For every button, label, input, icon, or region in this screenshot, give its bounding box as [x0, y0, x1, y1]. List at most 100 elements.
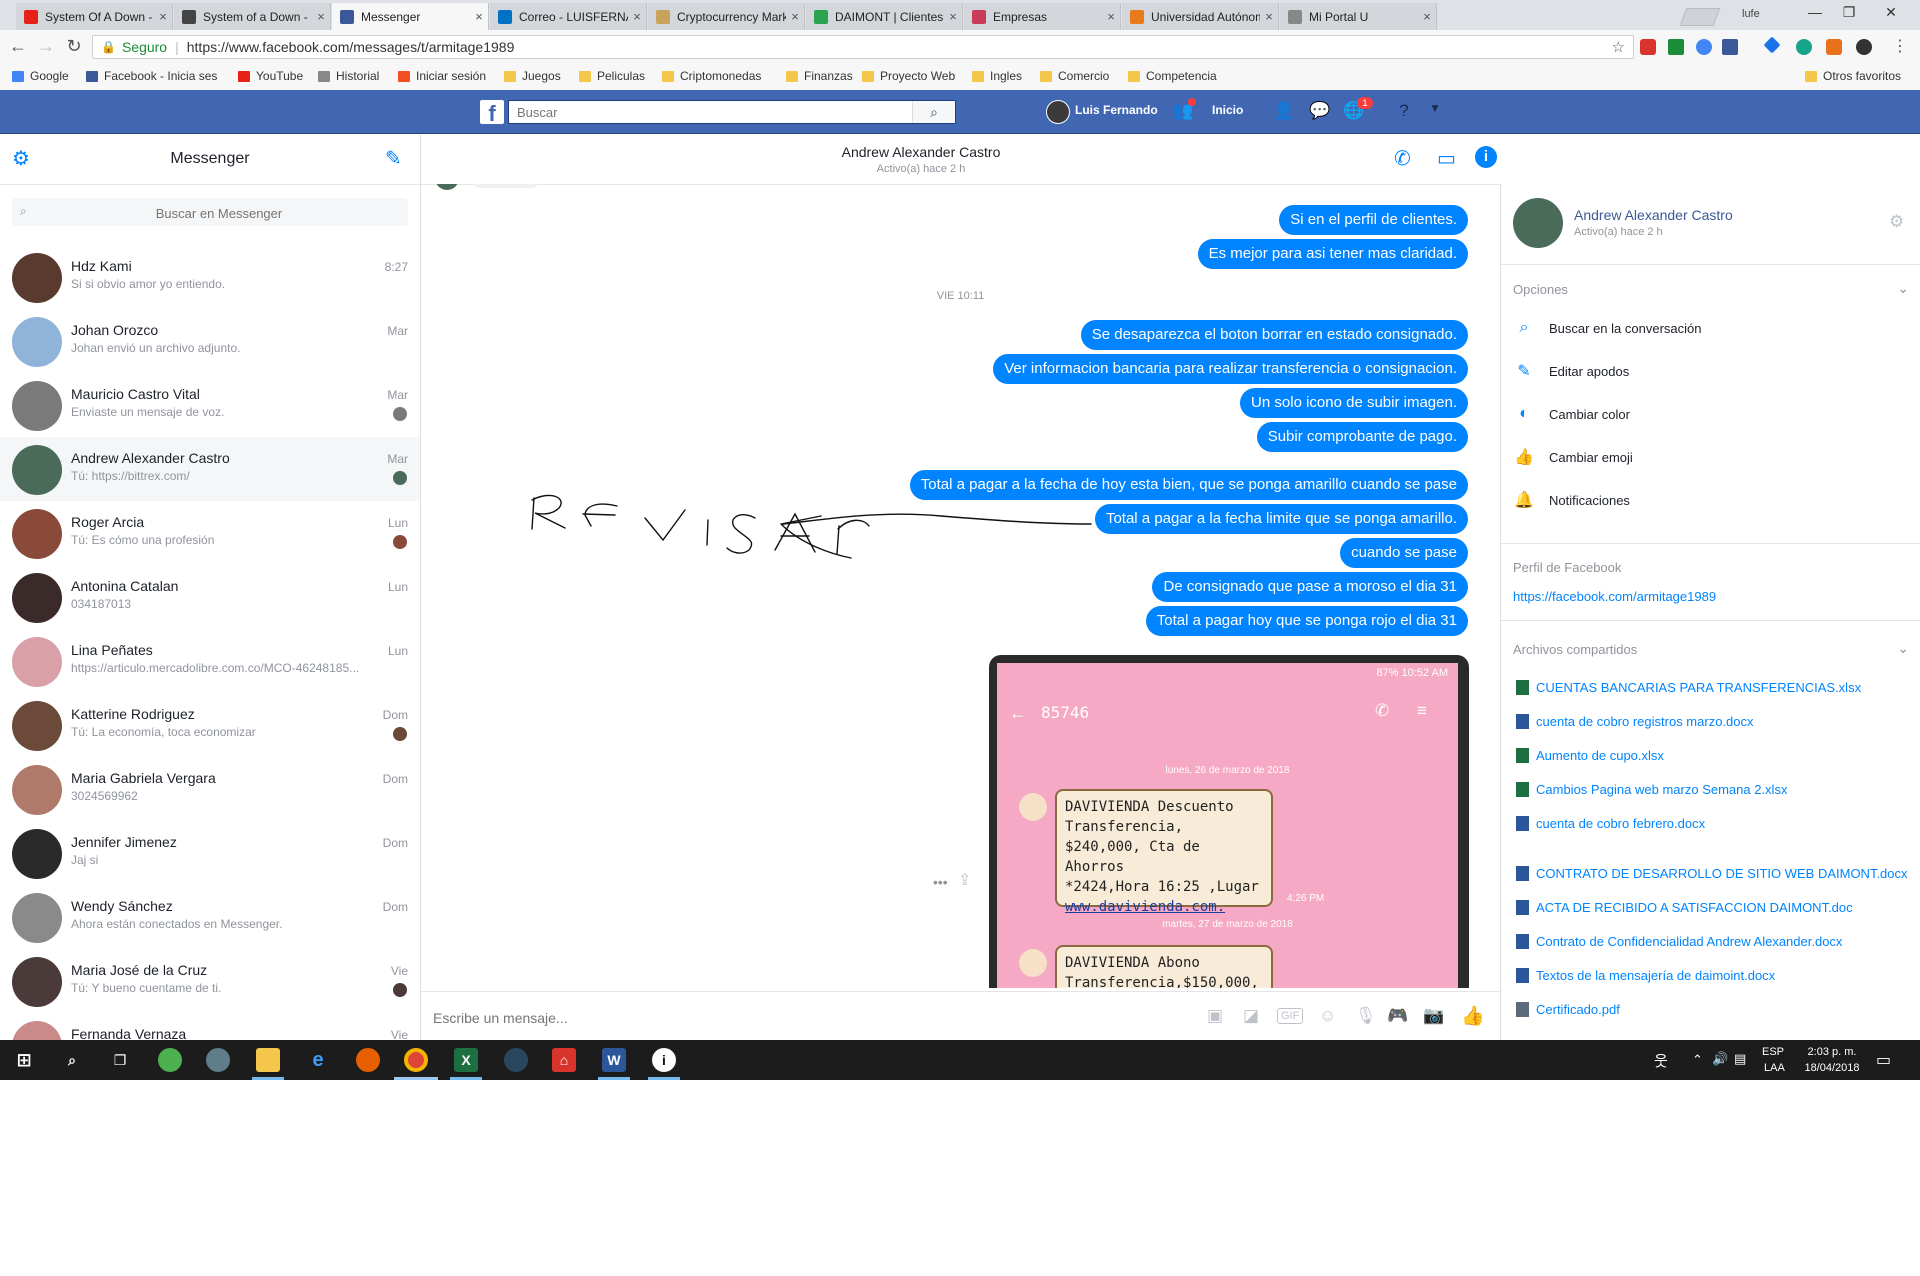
message-bubble[interactable]: Subir comprobante de pago. [1256, 422, 1468, 452]
diamond-icon[interactable] [1763, 36, 1781, 54]
keyboard-layout[interactable]: LAA [1764, 1062, 1785, 1074]
video-camera-icon[interactable]: ▭ [1437, 146, 1456, 171]
chevron-down-icon[interactable]: ⌄ [1897, 640, 1909, 657]
files-title[interactable]: Archivos compartidos [1513, 642, 1637, 657]
options-title[interactable]: Opciones [1513, 282, 1568, 297]
account-menu-chevron-icon[interactable]: ▼ [1424, 101, 1446, 121]
bookmark-item[interactable]: Juegos [504, 69, 561, 83]
back-icon[interactable]: ← [6, 36, 30, 57]
tab-close-icon[interactable]: × [628, 9, 646, 24]
star-icon[interactable]: ☆ [1612, 38, 1625, 56]
option-item[interactable]: ✎ Editar apodos [1513, 358, 1629, 384]
vpn-icon[interactable] [1796, 39, 1812, 55]
conversation-item[interactable]: Maria Gabriela Vergara 3024569962 Dom [0, 757, 420, 821]
profile-url-link[interactable]: https://facebook.com/armitage1989 [1513, 589, 1716, 604]
adblock-icon[interactable] [1640, 39, 1656, 55]
reload-icon[interactable]: ↻ [62, 36, 86, 57]
bookmark-item[interactable]: Competencia [1128, 69, 1217, 83]
network-icon[interactable]: ▤ [1734, 1051, 1746, 1067]
edge-icon[interactable]: e [306, 1048, 330, 1072]
message-bubble[interactable]: Si en el perfil de clientes. [1279, 205, 1468, 235]
tab-close-icon[interactable]: × [944, 9, 962, 24]
message-bubble[interactable]: Total a pagar hoy que se ponga rojo el d… [1145, 606, 1468, 636]
chrome-icon[interactable] [404, 1048, 428, 1072]
option-item[interactable]: 🔔 Notificaciones [1513, 487, 1630, 513]
option-item[interactable]: ⌕ Buscar en la conversación [1513, 315, 1702, 341]
info-icon[interactable]: i [1475, 146, 1497, 168]
windows-start-icon[interactable]: ⊞ [12, 1048, 36, 1072]
bookmark-item[interactable]: YouTube [238, 69, 303, 83]
facebook-search[interactable]: ⌕ [508, 100, 956, 124]
search-icon[interactable]: ⌕ [60, 1048, 84, 1072]
shared-file-link[interactable]: Certificado.pdf [1516, 1002, 1620, 1017]
message-bubble[interactable]: Es mejor para asi tener mas claridad. [1197, 239, 1468, 269]
volume-icon[interactable]: 🔊 [1712, 1051, 1728, 1067]
emoji-icon[interactable]: ☺ [1319, 1006, 1336, 1026]
pin-icon[interactable] [1722, 39, 1738, 55]
compose-icon[interactable]: ✎ [385, 146, 402, 171]
message-bubble[interactable]: Se desaparezca el boton borrar en estado… [1080, 320, 1468, 350]
microphone-icon[interactable]: 🎙 [1355, 1006, 1377, 1026]
menu-icon[interactable]: ⋮ [1888, 36, 1912, 56]
camera-icon[interactable]: 📷 [1423, 1006, 1444, 1026]
conversation-item[interactable]: Jennifer Jimenez Jaj si Dom [0, 821, 420, 885]
steam-icon[interactable] [504, 1048, 528, 1072]
message-bubble[interactable]: Ver informacion bancaria para realizar t… [993, 354, 1468, 384]
tab-close-icon[interactable]: × [786, 9, 804, 24]
tab-close-icon[interactable]: × [470, 9, 488, 24]
word-icon[interactable]: W [602, 1048, 626, 1072]
chevron-down-icon[interactable]: ⌄ [1897, 280, 1909, 297]
message-bubble[interactable]: Un solo icono de subir imagen. [1240, 388, 1468, 418]
facebook-logo-icon[interactable]: f [480, 100, 504, 126]
restore-icon[interactable]: ❐ [1834, 4, 1864, 21]
cow-icon[interactable] [1856, 39, 1872, 55]
contact-avatar[interactable] [1513, 198, 1563, 248]
shared-file-link[interactable]: cuenta de cobro febrero.docx [1516, 816, 1705, 831]
close-window-icon[interactable]: ✕ [1876, 4, 1906, 21]
search-icon[interactable]: ⌕ [912, 101, 955, 123]
shared-file-link[interactable]: CUENTAS BANCARIAS PARA TRANSFERENCIAS.xl… [1516, 680, 1861, 695]
friend-requests-icon[interactable]: 👤 [1273, 101, 1295, 121]
user-name-link[interactable]: Luis Fernando [1075, 103, 1158, 117]
user-avatar[interactable] [1046, 100, 1070, 124]
share-icon[interactable]: ⇪ [958, 870, 971, 890]
bookmark-item[interactable]: Criptomonedas [662, 69, 761, 83]
conversation-item[interactable]: Johan Orozco Johan envió un archivo adjun… [0, 309, 420, 373]
shared-image-phone-screenshot[interactable]: 87% 10:52 AM ← 85746 ✆ ≡ lunes, 26 de ma… [989, 655, 1469, 988]
shared-file-link[interactable]: CONTRATO DE DESARROLLO DE SITIO WEB DAIM… [1516, 866, 1908, 881]
conversation-item[interactable]: Wendy Sánchez Ahora están conectados en M… [0, 885, 420, 949]
bookmark-item[interactable]: Proyecto Web [862, 69, 955, 83]
conversation-item[interactable]: Andrew Alexander Castro Tú: https://bittr… [0, 437, 420, 501]
message-more-icon[interactable]: ••• [933, 874, 948, 890]
shared-file-link[interactable]: Cambios Pagina web marzo Semana 2.xlsx [1516, 782, 1787, 797]
globe-app-icon[interactable] [158, 1048, 182, 1072]
file-explorer-icon[interactable] [256, 1048, 280, 1072]
conversation-item[interactable]: Fernanda Vernaza Vie [0, 1013, 420, 1040]
browser-tab[interactable]: Cryptocurrency Market× [648, 3, 805, 30]
extension-blue-icon[interactable] [1696, 39, 1712, 55]
task-view-icon[interactable]: ❐ [108, 1048, 132, 1072]
shared-file-link[interactable]: Textos de la mensajería de daimoint.docx [1516, 968, 1775, 983]
home-link[interactable]: Inicio [1212, 103, 1243, 117]
message-bubble[interactable]: cuando se pase [1340, 538, 1468, 568]
clock-date[interactable]: 18/04/2018 [1800, 1062, 1864, 1074]
browser-tab[interactable]: Messenger × [332, 3, 489, 30]
shared-file-link[interactable]: Contrato de Confidencialidad Andrew Alex… [1516, 934, 1842, 949]
tab-close-icon[interactable]: × [1260, 9, 1278, 24]
messenger-search-input[interactable] [32, 198, 406, 228]
tab-close-icon[interactable]: × [1418, 9, 1436, 24]
browser-tab[interactable]: System of a Down - B.Y× [174, 3, 331, 30]
bookmark-item[interactable]: Comercio [1040, 69, 1109, 83]
browser-tab[interactable]: Universidad Autónoma × [1122, 3, 1279, 30]
sticker-icon[interactable]: ◪ [1243, 1006, 1259, 1026]
tray-chevron-icon[interactable]: ⌃ [1692, 1052, 1703, 1068]
conversation-item[interactable]: Maria José de la Cruz Tú: Y bueno cuentam… [0, 949, 420, 1013]
option-item[interactable]: 👍 Cambiar emoji [1513, 444, 1633, 470]
conversation-item[interactable]: Mauricio Castro Vital Enviaste un mensaje… [0, 373, 420, 437]
steam-like-icon[interactable] [206, 1048, 230, 1072]
tab-close-icon[interactable]: × [312, 9, 330, 24]
shared-file-link[interactable]: ACTA DE RECIBIDO A SATISFACCION DAIMONT.… [1516, 900, 1853, 915]
details-gear-icon[interactable]: ⚙ [1889, 212, 1904, 232]
tab-close-icon[interactable]: × [154, 9, 172, 24]
bookmark-item[interactable]: Finanzas [786, 69, 853, 83]
